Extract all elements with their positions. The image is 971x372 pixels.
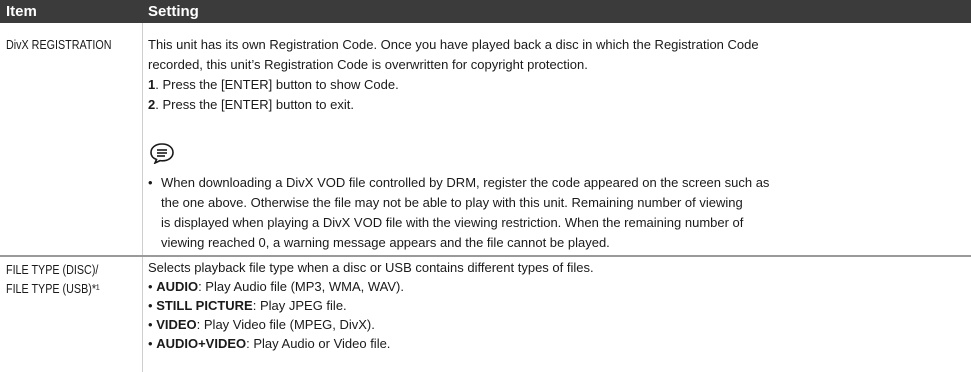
option-desc: : Play Audio file (MP3, WMA, WAV). — [198, 279, 404, 294]
item-line: FILE TYPE (DISC)/ — [6, 263, 99, 277]
option-still-picture: • STILL PICTURE: Play JPEG file. — [148, 298, 347, 313]
step-2: 2. Press the [ENTER] button to exit. — [148, 95, 968, 115]
text-line: recorded, this unit’s Registration Code … — [148, 57, 588, 72]
item-file-type: FILE TYPE (DISC)/ FILE TYPE (USB)*¹ — [6, 261, 100, 299]
step-text: . Press the [ENTER] button to show Code. — [155, 77, 399, 92]
bullet: • — [148, 175, 153, 190]
note-line: is displayed when playing a DivX VOD fil… — [161, 215, 744, 230]
option-desc: : Play JPEG file. — [252, 298, 347, 313]
text-line: Selects playback file type when a disc o… — [148, 260, 594, 275]
note-text: • When downloading a DivX VOD file contro… — [148, 173, 968, 253]
option-audio: • AUDIO: Play Audio file (MP3, WMA, WAV)… — [148, 279, 404, 294]
note-line: • When downloading a DivX VOD file contro… — [148, 173, 968, 193]
note-line: the one above. Otherwise the file may no… — [161, 195, 743, 210]
note-speech-bubble-icon — [150, 143, 174, 164]
setting-divx-registration: This unit has its own Registration Code.… — [148, 35, 968, 115]
step-text: . Press the [ENTER] button to exit. — [155, 97, 354, 112]
option-desc: : Play Video file (MPEG, DivX). — [196, 317, 375, 332]
setting-file-type: Selects playback file type when a disc o… — [148, 258, 968, 353]
option-label: AUDIO+VIDEO — [156, 336, 247, 351]
option-audio-video: • AUDIO+VIDEO: Play Audio or Video file. — [148, 336, 391, 351]
option-desc: : Play Audio or Video file. — [246, 336, 391, 351]
column-divider — [142, 23, 143, 372]
note-line: viewing reached 0, a warning message app… — [161, 235, 610, 250]
step-1: 1. Press the [ENTER] button to show Code… — [148, 75, 968, 95]
option-label: AUDIO — [156, 279, 199, 294]
item-divx-registration: DivX REGISTRATION — [6, 38, 112, 52]
header-setting: Setting — [148, 3, 199, 20]
item-line: FILE TYPE (USB)*¹ — [6, 282, 100, 296]
option-label: VIDEO — [156, 317, 197, 332]
text-line: This unit has its own Registration Code.… — [148, 37, 759, 52]
table-header: Item Setting — [0, 0, 971, 23]
option-label: STILL PICTURE — [156, 298, 253, 313]
header-item: Item — [6, 3, 37, 20]
row-divider — [0, 255, 971, 257]
option-video: • VIDEO: Play Video file (MPEG, DivX). — [148, 317, 375, 332]
